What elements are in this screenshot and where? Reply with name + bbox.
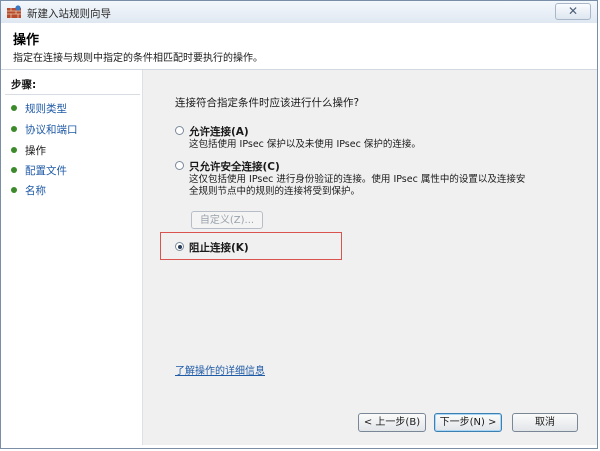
step-bullet-icon	[11, 167, 17, 173]
title-bar[interactable]: 新建入站规则向导 ✕	[1, 1, 597, 24]
page-description: 指定在连接与规则中指定的条件相匹配时要执行的操作。	[13, 53, 263, 64]
back-button[interactable]: < 上一步(B)	[358, 413, 426, 432]
wizard-window: 新建入站规则向导 ✕ 操作 指定在连接与规则中指定的条件相匹配时要执行的操作。 …	[0, 0, 598, 449]
close-button[interactable]: ✕	[555, 3, 591, 20]
allow-secure-desc-line-2: 全规则节点中的规则的连接将受到保护。	[189, 186, 361, 197]
main-pane: 连接符合指定条件时应该进行什么操作? 允许连接(A) 这包括使用 IPsec 保…	[142, 70, 597, 445]
block-connection-label[interactable]: 阻止连接(K)	[189, 240, 249, 255]
page-header: 操作 指定在连接与规则中指定的条件相匹配时要执行的操作。	[1, 23, 597, 70]
step-label: 规则类型	[25, 103, 67, 115]
block-connection-radio[interactable]	[175, 242, 184, 251]
step-label: 名称	[25, 185, 46, 197]
step-bullet-icon	[11, 187, 17, 193]
next-button[interactable]: 下一步(N) >	[434, 413, 502, 432]
window-title: 新建入站规则向导	[27, 8, 111, 20]
allow-connection-desc: 这包括使用 IPsec 保护以及未使用 IPsec 保护的连接。	[189, 139, 421, 150]
steps-divider	[5, 94, 140, 95]
step-bullet-icon	[11, 147, 17, 153]
step-label: 操作	[25, 145, 46, 157]
steps-pane: 步骤: 规则类型 协议和端口 操作 配置文件 名称	[1, 70, 142, 448]
step-label: 配置文件	[25, 165, 67, 177]
learn-more-link[interactable]: 了解操作的详细信息	[175, 362, 265, 377]
step-bullet-icon	[11, 105, 17, 111]
step-bullet-icon	[11, 126, 17, 132]
allow-secure-desc-line-1: 这仅包括使用 IPsec 进行身份验证的连接。使用 IPsec 属性中的设置以及…	[189, 174, 526, 185]
allow-secure-radio[interactable]	[175, 161, 184, 170]
page-title: 操作	[13, 33, 40, 48]
close-icon: ✕	[567, 4, 579, 18]
step-label: 协议和端口	[25, 124, 78, 136]
selected-option-highlight	[160, 232, 342, 260]
steps-title: 步骤:	[11, 79, 37, 91]
customize-button[interactable]: 自定义(Z)...	[191, 211, 263, 229]
allow-connection-label[interactable]: 允许连接(A)	[189, 124, 249, 139]
allow-connection-radio[interactable]	[175, 126, 184, 135]
cancel-button[interactable]: 取消	[512, 413, 578, 432]
action-question: 连接符合指定条件时应该进行什么操作?	[175, 97, 360, 109]
allow-secure-label[interactable]: 只允许安全连接(C)	[189, 159, 280, 174]
firewall-icon	[7, 5, 21, 18]
